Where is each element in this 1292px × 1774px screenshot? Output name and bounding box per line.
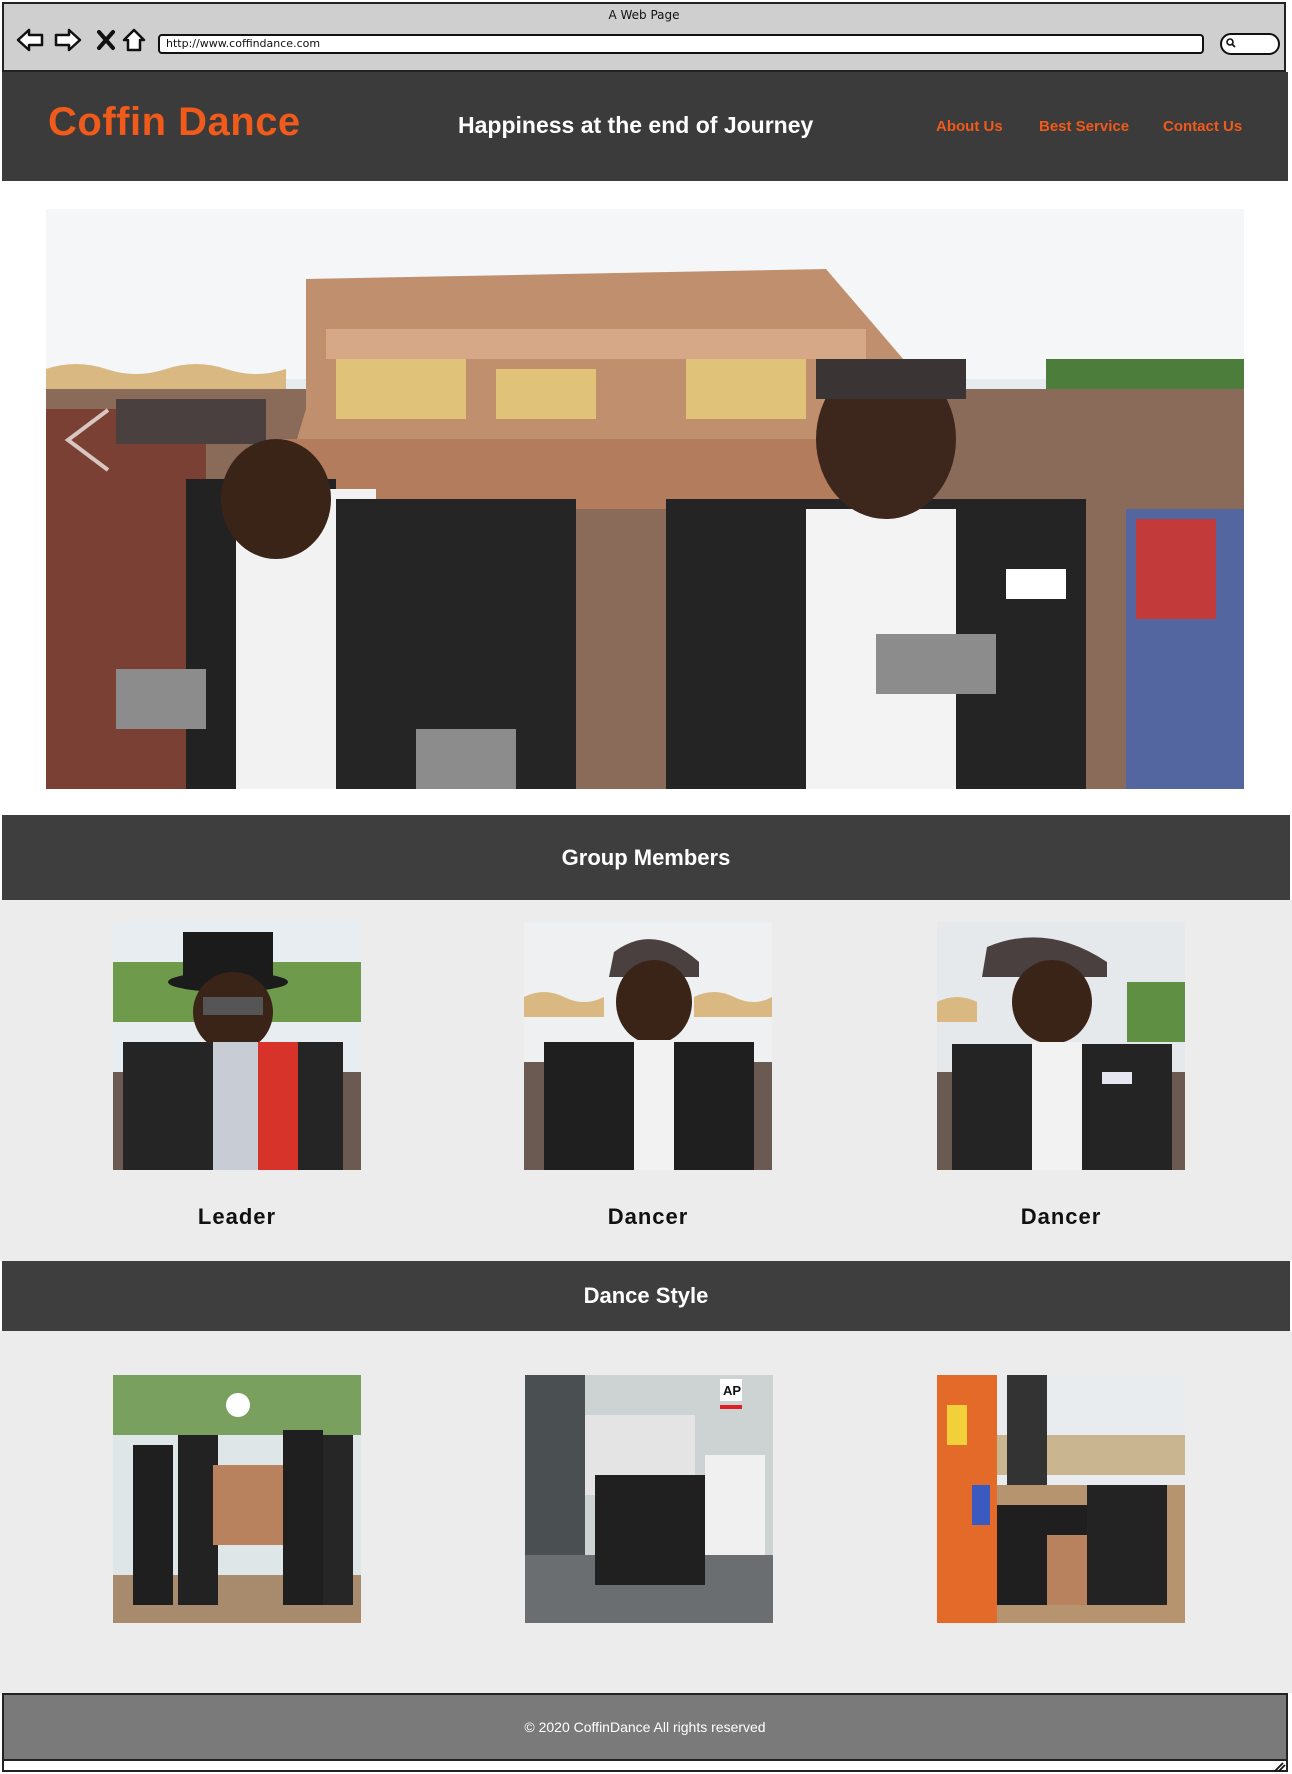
- hero-section: [2, 181, 1288, 815]
- nav-about-us[interactable]: About Us: [936, 118, 1003, 135]
- site-tagline: Happiness at the end of Journey: [458, 112, 814, 138]
- dance-style-section: AP: [0, 1331, 1292, 1693]
- member-name-leader: Leader: [197, 1204, 277, 1229]
- browser-window: A Web Page http://www.coffindance.com Co…: [0, 0, 1292, 1774]
- site-footer: © 2020 CoffinDance All rights reserved: [2, 1693, 1288, 1761]
- site-header: Coffin Dance Happiness at the end of Jou…: [2, 72, 1288, 181]
- group-members-heading: Group Members: [2, 815, 1290, 900]
- resize-grip-icon[interactable]: [1274, 1762, 1286, 1772]
- forward-arrow-icon[interactable]: [54, 26, 82, 54]
- nav-contact-us[interactable]: Contact Us: [1163, 118, 1242, 135]
- back-arrow-icon[interactable]: [16, 26, 44, 54]
- nav-best-service[interactable]: Best Service: [1039, 118, 1129, 135]
- dance-style-photo-2: AP: [525, 1375, 773, 1623]
- group-members-section: Leader Dancer Dancer: [0, 900, 1292, 1261]
- carousel-prev-arrow-icon[interactable]: [58, 405, 118, 475]
- member-photo-leader: [113, 922, 361, 1170]
- home-icon[interactable]: [120, 26, 148, 54]
- dance-style-photo-1: [113, 1375, 361, 1623]
- member-name-dancer-2: Dancer: [1020, 1204, 1102, 1229]
- copyright-text: © 2020 CoffinDance All rights reserved: [524, 1719, 766, 1735]
- svg-text:AP: AP: [723, 1383, 741, 1398]
- browser-search-field[interactable]: [1220, 33, 1280, 55]
- site-logo[interactable]: Coffin Dance: [48, 100, 301, 145]
- hero-image: [46, 209, 1244, 789]
- dance-style-photo-3: [937, 1375, 1185, 1623]
- dance-style-heading: Dance Style: [2, 1261, 1290, 1331]
- address-bar[interactable]: http://www.coffindance.com: [158, 34, 1204, 54]
- member-photo-dancer-1: [524, 922, 772, 1170]
- close-icon[interactable]: [92, 26, 120, 54]
- search-icon: [1226, 38, 1236, 48]
- browser-toolbar: A Web Page http://www.coffindance.com: [2, 2, 1286, 72]
- member-name-dancer-1: Dancer: [607, 1204, 689, 1229]
- window-title: A Web Page: [608, 8, 680, 22]
- member-photo-dancer-2: [937, 922, 1185, 1170]
- browser-status-bar: [2, 1761, 1288, 1772]
